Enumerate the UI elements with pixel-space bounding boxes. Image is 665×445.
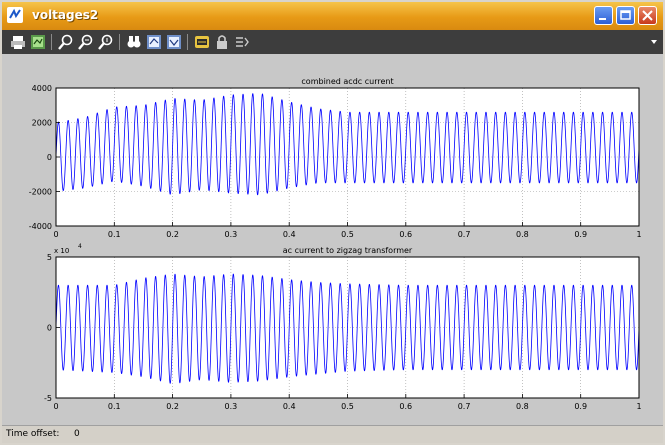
time-offset-value: 0 [74, 429, 80, 439]
y-tick-label: -5 [44, 394, 52, 403]
x-tick-label: 0.6 [399, 402, 412, 411]
x-tick-label: 0.7 [458, 402, 471, 411]
x-tick-label: 0.5 [341, 230, 354, 239]
x-tick-label: 0.5 [341, 402, 354, 411]
scope-plots: combined acdc current-4000-2000020004000… [29, 77, 642, 411]
x-tick-label: 0.4 [283, 230, 296, 239]
y-exponent-power: 4 [78, 243, 82, 250]
x-tick-label: 0.3 [225, 230, 238, 239]
x-tick-label: 0.2 [166, 230, 179, 239]
close-icon [642, 10, 653, 21]
y-tick-label: 2000 [32, 119, 52, 128]
x-tick-label: 0.1 [108, 230, 121, 239]
toolbar [2, 30, 663, 54]
plot-title: ac current to zigzag transformer [283, 246, 413, 255]
floating-scope-icon[interactable] [194, 34, 210, 50]
x-tick-label: 0 [53, 230, 58, 239]
maximize-icon [620, 10, 631, 20]
minimize-icon [599, 18, 606, 20]
scope-window: voltages2 combined acdc current -4000 -200… [0, 0, 665, 445]
x-tick-label: 0.7 [458, 230, 471, 239]
maximize-button[interactable] [616, 6, 635, 25]
y-tick-label: -2000 [29, 188, 52, 197]
x-tick-label: 0.2 [166, 402, 179, 411]
y-exponent-label: x 10 [54, 247, 69, 255]
x-tick-label: 0.8 [516, 402, 529, 411]
y-tick-label: 0 [47, 153, 52, 162]
save-axes-icon[interactable] [146, 34, 162, 50]
x-tick-label: 0.8 [516, 230, 529, 239]
status-bar: Time offset: 0 [2, 425, 663, 443]
zoom-icon[interactable] [58, 34, 74, 50]
x-tick-label: 0 [53, 402, 58, 411]
plot-area: combined acdc current -4000 -2000 0 2000 4000… [2, 54, 663, 425]
zoom-x-icon[interactable] [78, 34, 94, 50]
window-title: voltages2 [32, 8, 99, 22]
restore-axes-icon[interactable] [166, 34, 182, 50]
x-tick-label: 0.1 [108, 402, 121, 411]
simulink-icon [7, 7, 23, 23]
x-tick-label: 1 [636, 402, 641, 411]
y-tick-label: -4000 [29, 222, 52, 231]
minimize-button[interactable] [594, 6, 613, 25]
print-icon[interactable] [10, 34, 26, 50]
close-button[interactable] [638, 6, 657, 25]
autoscale-icon[interactable] [126, 34, 142, 50]
y-tick-label: 5 [47, 253, 52, 262]
x-tick-label: 0.9 [574, 230, 587, 239]
plot-title: combined acdc current [301, 77, 393, 86]
x-tick-label: 0.6 [399, 230, 412, 239]
y-tick-label: 4000 [32, 84, 52, 93]
x-tick-label: 1 [636, 230, 641, 239]
lock-axes-icon[interactable] [214, 34, 230, 50]
x-tick-label: 0.4 [283, 402, 296, 411]
x-tick-label: 0.3 [225, 402, 238, 411]
y-tick-label: 0 [47, 324, 52, 333]
time-offset-label: Time offset: [6, 429, 60, 439]
title-bar[interactable]: voltages2 [2, 2, 663, 30]
zoom-y-icon[interactable] [98, 34, 114, 50]
parameters-icon[interactable] [30, 34, 46, 50]
toolbar-overflow-icon[interactable] [651, 40, 657, 44]
signal-selection-icon[interactable] [234, 34, 250, 50]
x-tick-label: 0.9 [574, 402, 587, 411]
